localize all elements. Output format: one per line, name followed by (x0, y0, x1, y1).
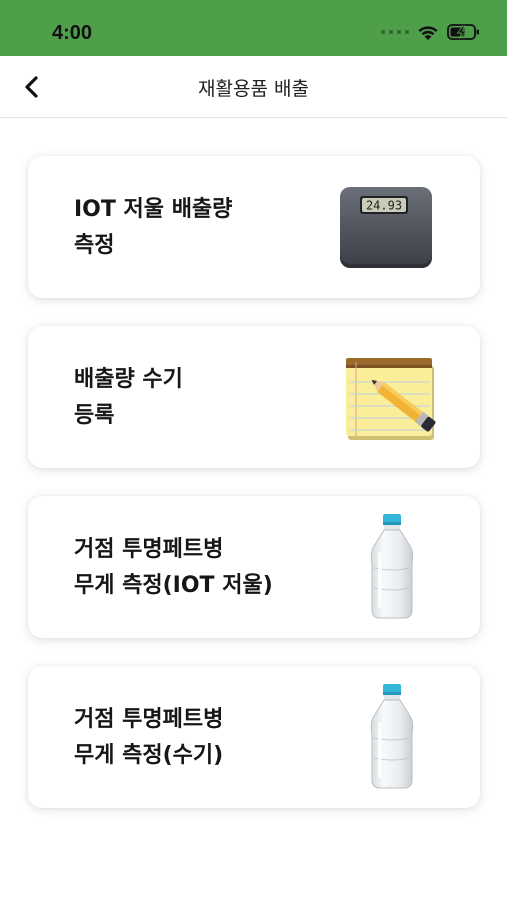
water-bottle-icon (370, 514, 414, 619)
card-label-line2: 측정 (74, 233, 115, 258)
water-bottle-icon (370, 684, 414, 789)
card-label-line1: 거점 투명페트병 (74, 707, 224, 732)
signal-dots-icon (381, 30, 409, 34)
menu-card-pet-bottle-iot[interactable]: 거점 투명페트병 무게 측정(IOT 저울) (28, 496, 480, 638)
scale-icon: 24.93 (340, 187, 432, 268)
card-label-line1: IOT 저울 배출량 (74, 197, 233, 222)
menu-card-manual-entry[interactable]: 배출량 수기 등록 (28, 326, 480, 468)
notepad-pencil-icon (346, 358, 436, 440)
card-label-line2: 무게 측정(IOT 저울) (74, 573, 273, 598)
card-label: IOT 저울 배출량 측정 (74, 192, 344, 264)
status-time: 4:00 (52, 22, 93, 44)
card-label: 거점 투명페트병 무게 측정(수기) (74, 702, 344, 774)
page-title: 재활용품 배출 (198, 78, 309, 100)
status-icons (381, 22, 481, 42)
card-label-line2: 등록 (74, 403, 115, 428)
scale-display: 24.93 (366, 199, 402, 213)
wifi-icon (418, 25, 438, 40)
nav-bar: 재활용품 배출 (0, 56, 507, 118)
menu-card-pet-bottle-manual[interactable]: 거점 투명페트병 무게 측정(수기) (28, 666, 480, 808)
card-label-line2: 무게 측정(수기) (74, 743, 224, 768)
card-label-line1: 배출량 수기 (74, 367, 183, 392)
menu-card-iot-scale[interactable]: IOT 저울 배출량 측정 24.93 (28, 156, 480, 298)
card-label: 배출량 수기 등록 (74, 362, 344, 434)
card-label: 거점 투명페트병 무게 측정(IOT 저울) (74, 532, 344, 604)
battery-charging-icon (447, 24, 479, 40)
card-label-line1: 거점 투명페트병 (74, 537, 224, 562)
status-bar: 4:00 (0, 0, 507, 56)
